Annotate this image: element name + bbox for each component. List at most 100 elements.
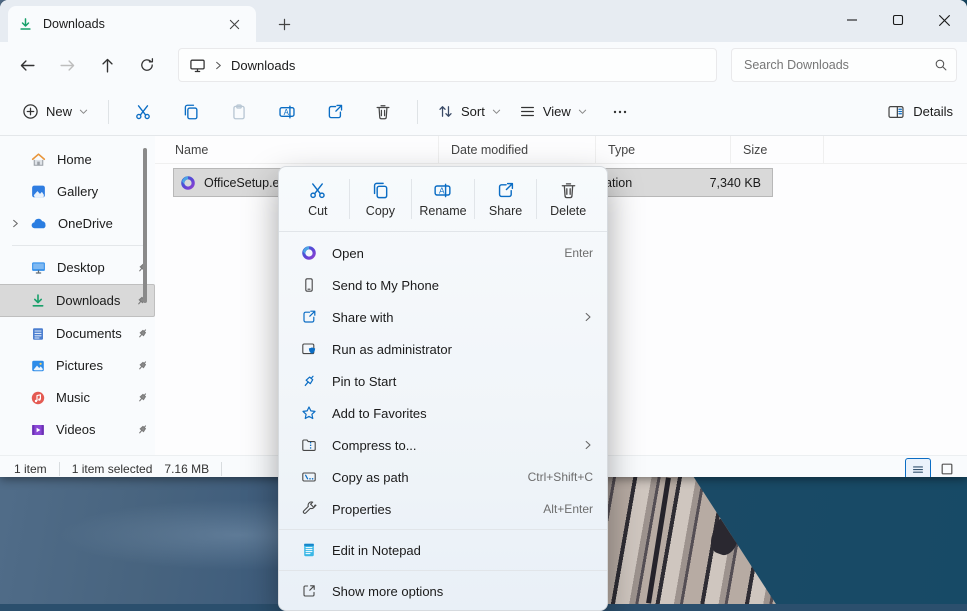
- svg-text:A: A: [439, 185, 445, 195]
- menu-item-edit-in-notepad[interactable]: Edit in Notepad: [279, 534, 607, 566]
- column-header-type[interactable]: Type: [596, 136, 731, 163]
- office-app-icon: [301, 245, 317, 261]
- sidebar-item-pictures[interactable]: Pictures: [0, 350, 155, 381]
- breadcrumb-location[interactable]: Downloads: [231, 58, 295, 73]
- search-placeholder: Search Downloads: [744, 58, 934, 72]
- delete-button[interactable]: [363, 95, 403, 129]
- back-button[interactable]: [10, 49, 44, 81]
- sidebar-item-videos[interactable]: Videos: [0, 414, 155, 445]
- download-icon: [18, 17, 33, 32]
- share-icon: [496, 181, 515, 200]
- sort-button[interactable]: Sort: [428, 97, 510, 126]
- menu-item-shortcut: Enter: [564, 246, 593, 260]
- sidebar-item-documents[interactable]: Documents: [0, 318, 155, 349]
- details-pane-button[interactable]: Details: [887, 103, 953, 121]
- star-icon: [301, 405, 317, 421]
- copy-button[interactable]: [171, 95, 211, 129]
- search-icon[interactable]: [934, 58, 948, 72]
- notepad-icon: [301, 542, 317, 558]
- thumbnail-view-toggle[interactable]: [935, 458, 959, 477]
- music-icon: [30, 390, 46, 406]
- sidebar-scrollbar[interactable]: [143, 148, 147, 303]
- sidebar-item-music[interactable]: Music: [0, 382, 155, 413]
- menu-item-label: Run as administrator: [332, 342, 593, 357]
- menu-item-open[interactable]: Open Enter: [279, 237, 607, 269]
- view-button[interactable]: View: [510, 97, 596, 126]
- file-size: 7,340 KB: [681, 176, 767, 190]
- menu-item-label: Share with: [332, 310, 568, 325]
- menu-item-label: Compress to...: [332, 438, 568, 453]
- downloads-icon: [30, 293, 46, 309]
- toolbar-separator: [108, 100, 109, 124]
- sidebar-item-label: Documents: [56, 326, 126, 341]
- menu-item-properties[interactable]: Properties Alt+Enter: [279, 493, 607, 525]
- svg-text:A: A: [284, 107, 290, 116]
- sidebar-item-downloads[interactable]: Downloads: [0, 284, 155, 317]
- menu-item-copy-as-path[interactable]: Copy as path Ctrl+Shift+C: [279, 461, 607, 493]
- cut-button[interactable]: [123, 95, 163, 129]
- sidebar-item-onedrive[interactable]: OneDrive: [0, 208, 155, 239]
- sidebar-item-label: Downloads: [56, 293, 125, 308]
- close-button[interactable]: [921, 0, 967, 40]
- rename-quick-action[interactable]: A Rename: [412, 172, 474, 226]
- tab-title: Downloads: [43, 17, 212, 31]
- breadcrumb[interactable]: Downloads: [178, 48, 717, 82]
- column-header-name[interactable]: Name: [155, 136, 439, 163]
- view-list-icon: [519, 103, 536, 120]
- sidebar-item-label: Gallery: [57, 184, 149, 199]
- pin-icon: [136, 359, 149, 372]
- details-view-toggle[interactable]: [905, 458, 931, 477]
- cut-quick-action[interactable]: Cut: [287, 172, 349, 226]
- copy-quick-action[interactable]: Copy: [350, 172, 412, 226]
- menu-item-compress-to[interactable]: Compress to...: [279, 429, 607, 461]
- menu-item-pin-to-start[interactable]: Pin to Start: [279, 365, 607, 397]
- menu-item-share-with[interactable]: Share with: [279, 301, 607, 333]
- menu-item-label: Properties: [332, 502, 528, 517]
- refresh-button[interactable]: [130, 49, 164, 81]
- quick-action-label: Delete: [550, 204, 586, 218]
- minimize-button[interactable]: [829, 0, 875, 40]
- expand-chevron-icon[interactable]: [10, 219, 20, 228]
- sidebar-item-desktop[interactable]: Desktop: [0, 252, 155, 283]
- tab-close-icon[interactable]: [222, 12, 246, 36]
- navigation-bar: Downloads Search Downloads: [0, 42, 967, 88]
- share-button[interactable]: [315, 95, 355, 129]
- sidebar-item-label: Home: [57, 152, 149, 167]
- search-input[interactable]: Search Downloads: [731, 48, 957, 82]
- more-options-button[interactable]: [600, 95, 640, 129]
- menu-item-send-to-my-phone[interactable]: Send to My Phone: [279, 269, 607, 301]
- delete-quick-action[interactable]: Delete: [537, 172, 599, 226]
- pin-icon: [136, 391, 149, 404]
- tab-downloads[interactable]: Downloads: [8, 6, 256, 42]
- column-header-date-modified[interactable]: Date modified: [439, 136, 596, 163]
- sort-button-label: Sort: [461, 104, 485, 119]
- wood-crack: [646, 477, 671, 603]
- rename-button[interactable]: A: [267, 95, 307, 129]
- chevron-down-icon: [578, 107, 587, 116]
- desktop-icon: [30, 259, 47, 276]
- new-button[interactable]: New: [12, 97, 98, 126]
- menu-item-run-as-administrator[interactable]: Run as administrator: [279, 333, 607, 365]
- details-pane-label: Details: [913, 104, 953, 119]
- status-items-count: 1 item: [14, 462, 47, 476]
- sidebar-item-gallery[interactable]: Gallery: [0, 176, 155, 207]
- quick-actions-row: Cut Copy A Rename Share D: [279, 167, 607, 231]
- tab-bar: Downloads: [0, 0, 967, 42]
- share-quick-action[interactable]: Share: [475, 172, 537, 226]
- menu-item-show-more-options[interactable]: Show more options: [279, 575, 607, 607]
- quick-action-label: Cut: [308, 204, 327, 218]
- new-tab-button[interactable]: [270, 10, 298, 38]
- forward-button[interactable]: [50, 49, 84, 81]
- command-toolbar: New A Sort: [0, 88, 967, 136]
- up-button[interactable]: [90, 49, 124, 81]
- new-button-label: New: [46, 104, 72, 119]
- view-button-label: View: [543, 104, 571, 119]
- maximize-button[interactable]: [875, 0, 921, 40]
- phone-icon: [301, 277, 317, 293]
- column-header-size[interactable]: Size: [731, 136, 824, 163]
- admin-shield-icon: [301, 341, 317, 357]
- paste-button[interactable]: [219, 95, 259, 129]
- quick-action-label: Copy: [366, 204, 395, 218]
- sidebar-item-home[interactable]: Home: [0, 144, 155, 175]
- menu-item-add-to-favorites[interactable]: Add to Favorites: [279, 397, 607, 429]
